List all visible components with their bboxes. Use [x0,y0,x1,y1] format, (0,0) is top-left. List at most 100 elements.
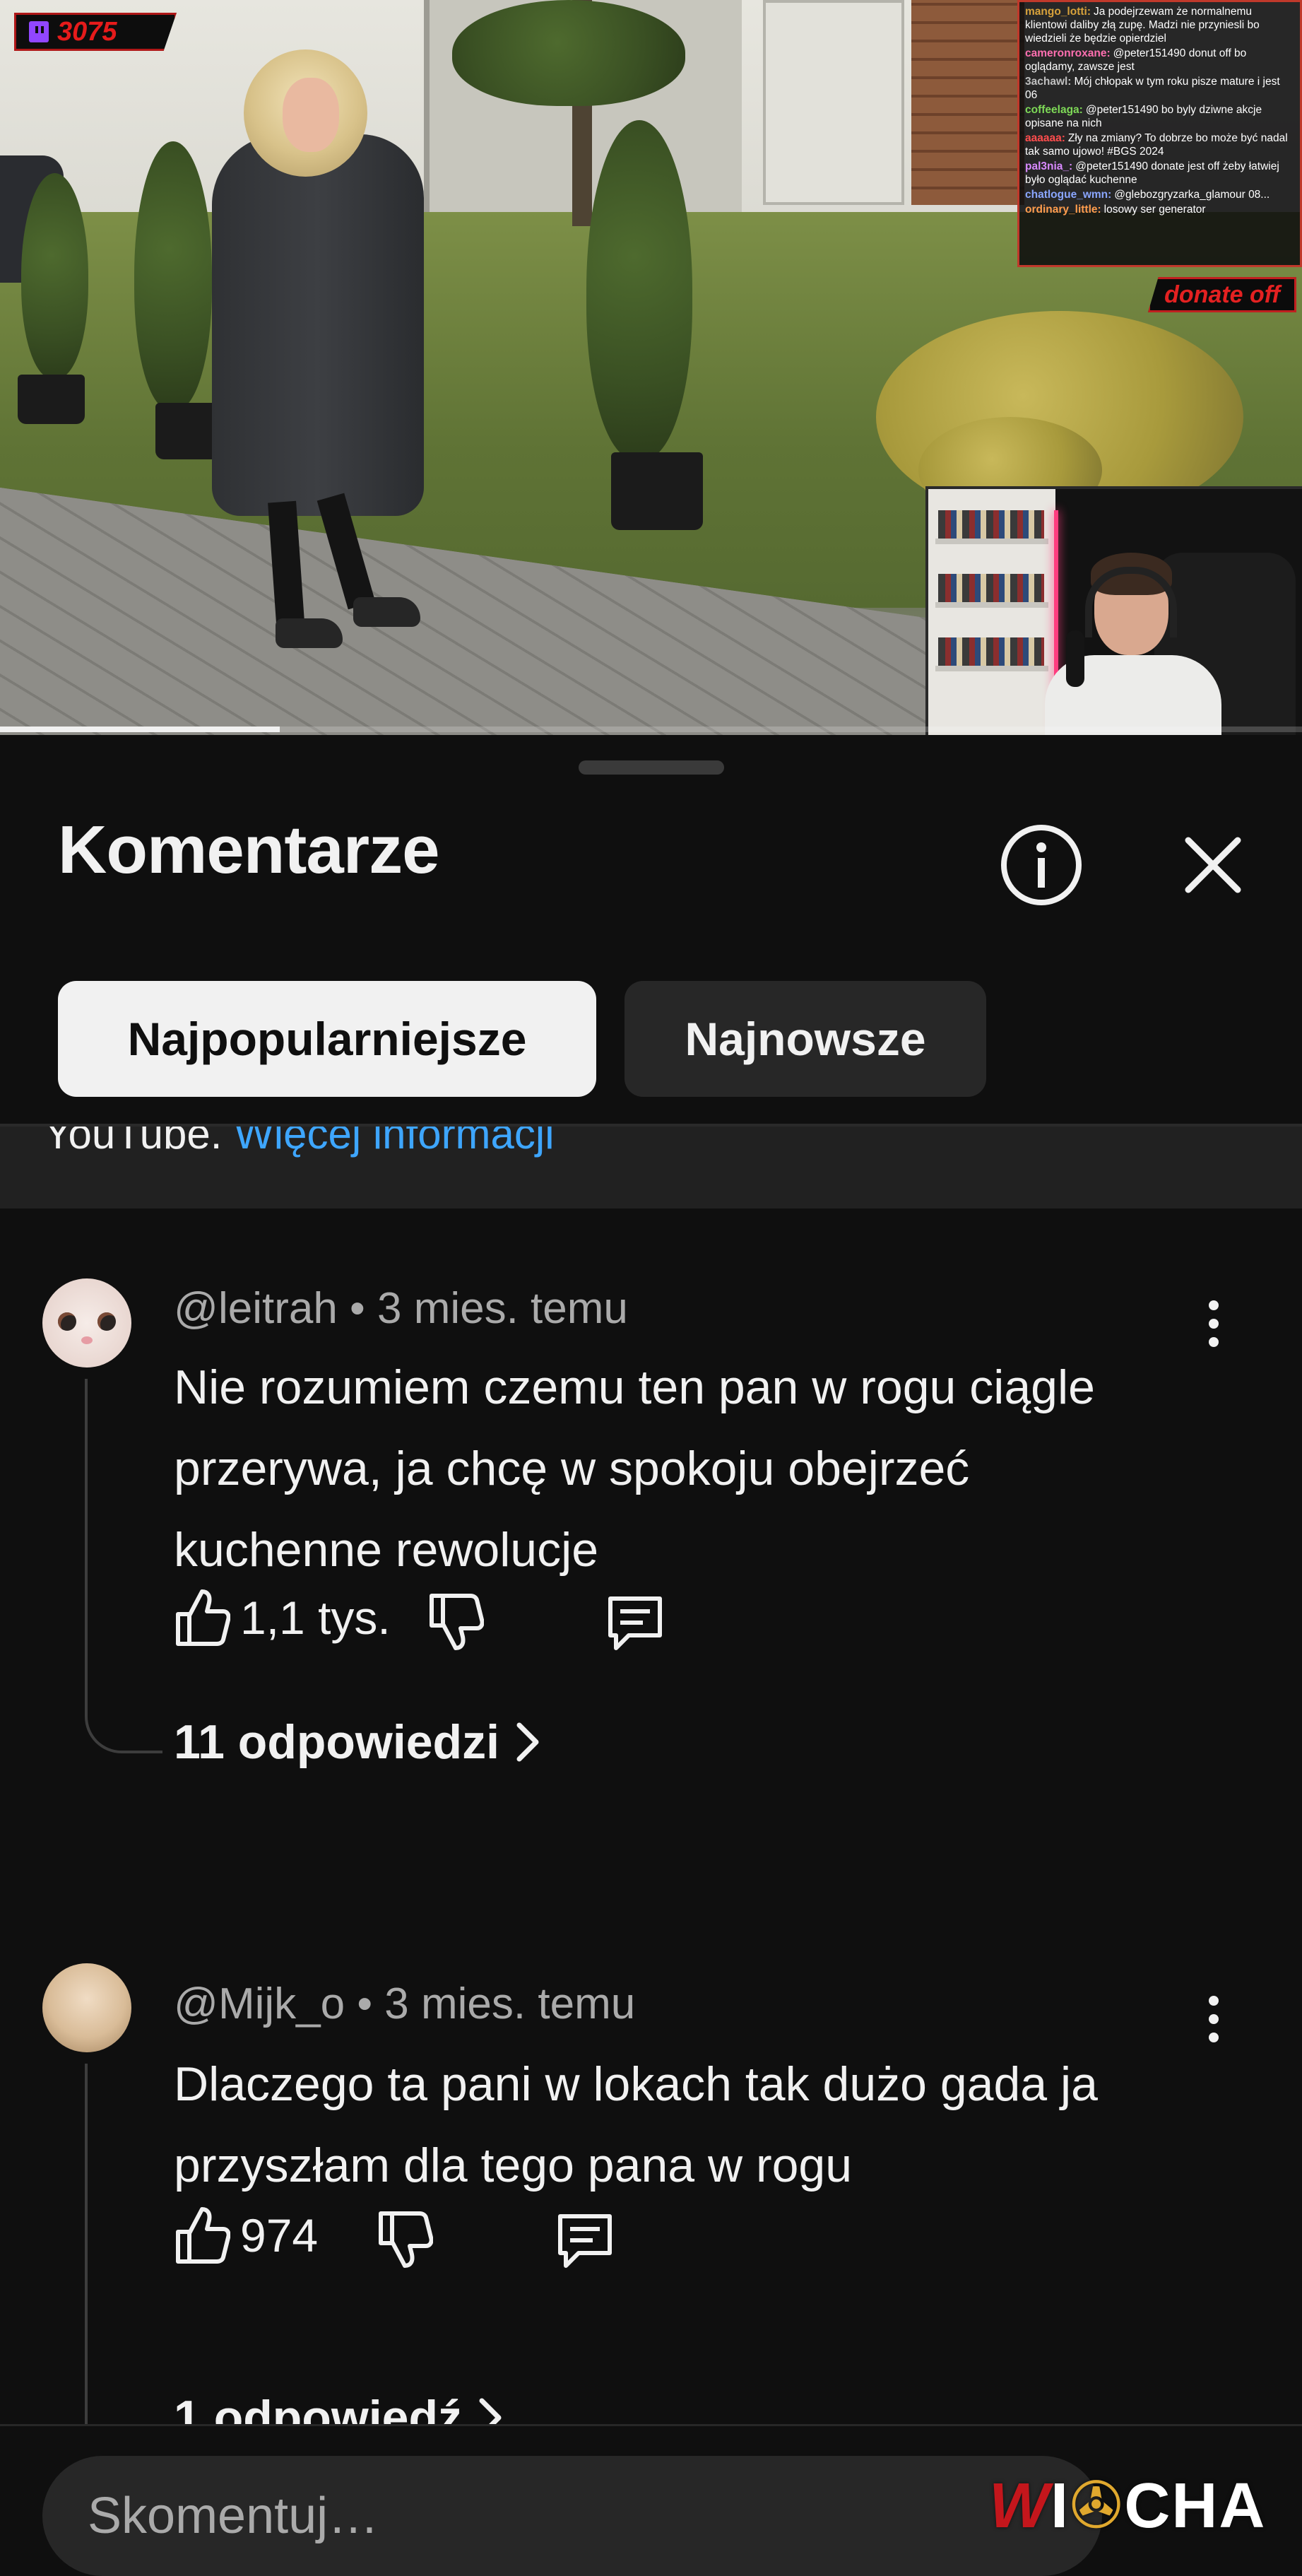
chat-username: ordinary_little: [1025,204,1101,216]
chip-newest-comments[interactable]: Najnowsze [625,981,986,1097]
reply-button[interactable] [555,2211,615,2271]
chat-username: chatlogue_wmn: [1025,189,1112,201]
kebab-dot [1209,1996,1219,2006]
thread-curve [85,1711,162,1753]
shelf-board [935,602,1048,608]
chat-username: 3achawl: [1025,76,1072,88]
chat-message: 3achawl: Mój chłopak w tym roku pisze mat… [1025,75,1294,102]
chat-message: pal3nia_: @peter151490 donate jest off że… [1025,160,1294,187]
video-player[interactable]: 3075 mango_lotti: Ja podejrzewam że norma… [0,0,1302,735]
shelf-board [935,666,1048,671]
kebab-dot [1209,2014,1219,2024]
chat-username: aaaaaa: [1025,132,1065,144]
watermark-i: I [1050,2471,1070,2541]
chat-username: coffeelaga: [1025,104,1083,116]
stream-chat-overlay: mango_lotti: Ja podejrzewam że normalnemu… [1017,0,1302,267]
wheel-icon: ✇ [1069,2471,1125,2541]
chat-text: @glebozgryzarka_glamour 08... [1114,189,1270,201]
donate-status-badge: donate off [1148,277,1296,312]
kebab-dot [1209,1300,1219,1310]
chat-username: mango_lotti: [1025,6,1091,18]
video-person-shoe [353,597,420,627]
chat-username: pal3nia_: [1025,160,1073,172]
info-icon [1001,825,1082,905]
info-button[interactable] [998,821,1085,909]
wiocha-watermark-logo: WI✇CHA [989,2469,1266,2543]
twitch-viewer-count: 3075 [57,16,117,47]
video-progress-fill [0,727,280,732]
comment-time: 3 mies. temu [377,1284,628,1333]
video-person-face [283,78,339,152]
like-count: 974 [240,2209,319,2262]
chat-message: aaaaaa: Zły na zmiany? To dobrze bo może … [1025,131,1294,158]
comment-author[interactable]: @leitrah [174,1284,338,1333]
view-replies-button[interactable]: 11 odpowiedzi [174,1715,540,1770]
thumbs-down-icon [379,2211,433,2268]
video-scene-tree [21,173,88,378]
comment-input[interactable] [42,2456,1102,2576]
video-scene-tree [134,141,212,410]
comment-text: Nie rozumiem czemu ten pan w rogu ciągle… [174,1360,1095,1577]
chat-text: losowy ser generator [1103,204,1206,216]
avatar[interactable] [42,1963,131,2052]
comment-item: @leitrah • 3 mies. temu Nie rozumiem cze… [0,1248,1302,1884]
video-scene-pot [611,452,703,530]
like-count: 1,1 tys. [240,1592,391,1644]
dislike-button[interactable] [377,2209,433,2270]
video-scene-tree [586,120,692,459]
avatar-cat-nose [81,1336,93,1344]
thread-line [85,1379,88,1711]
video-scene-pot [18,375,85,424]
twitch-icon [29,21,49,42]
chevron-right-icon [516,1722,539,1762]
dislike-button[interactable] [427,1592,484,1652]
streamer-webcam [925,486,1302,735]
comments-sheet: Komentarze Najpopularniejsze Najnowsze Y… [0,735,1302,2556]
notice-source: YouTube. [44,1127,223,1158]
like-button[interactable]: 974 [174,2205,318,2266]
shelf-books [938,574,1044,602]
reply-button[interactable] [605,1593,665,1654]
headphones-icon [1085,567,1177,637]
thread-line [85,2064,88,2459]
like-button[interactable]: 1,1 tys. [174,1587,391,1648]
watermark-w: W [989,2471,1051,2541]
avatar[interactable] [42,1278,131,1368]
video-progress-bar[interactable] [0,727,1302,732]
shelf-books [938,510,1044,539]
chat-message: coffeelaga: @peter151490 bo byly dziwne a… [1025,103,1294,130]
chip-top-comments[interactable]: Najpopularniejsze [58,981,596,1097]
chat-message: mango_lotti: Ja podejrzewam że normalnemu… [1025,5,1294,45]
meta-separator: • [357,1980,373,2028]
thumbs-up-icon [176,1589,230,1646]
video-scene-brick [911,0,1024,205]
comment-author[interactable]: @Mijk_o [174,1980,345,2028]
comment-item: @Mijk_o • 3 mies. temu Dlaczego ta pani … [0,1943,1302,2459]
kebab-dot [1209,2033,1219,2042]
video-person-coat [212,134,424,516]
avatar-cat-eye [97,1312,116,1331]
webcam-bookshelf [928,489,1055,735]
chat-message: ordinary_little: losowy ser generator [1025,203,1294,216]
meta-separator: • [350,1284,365,1333]
comment-text: Dlaczego ta pani w lokach tak dużo gada … [174,2057,1098,2192]
comment-menu-button[interactable] [1192,1987,1235,2051]
shelf-books [938,637,1044,666]
comment-composer: WI✇CHA [0,2424,1302,2576]
comment-menu-button[interactable] [1192,1292,1235,1355]
microphone-icon [1066,630,1084,687]
shelf-board [935,539,1048,544]
kebab-dot [1209,1319,1219,1329]
watermark-cha: CHA [1124,2471,1267,2541]
video-scene-door [763,0,904,205]
reply-icon [558,2214,612,2268]
chat-username: cameronroxane: [1025,47,1111,59]
replies-count: 11 odpowiedzi [174,1715,499,1769]
reply-icon [608,1596,662,1650]
notice-more-info-link[interactable]: Więcej informacji [234,1127,554,1158]
comment-meta: @Mijk_o • 3 mies. temu [174,1979,635,2029]
thumbs-down-icon [430,1594,484,1650]
sheet-drag-handle[interactable] [579,760,724,775]
twitch-viewer-badge: 3075 [14,13,177,51]
close-button[interactable] [1173,825,1253,905]
